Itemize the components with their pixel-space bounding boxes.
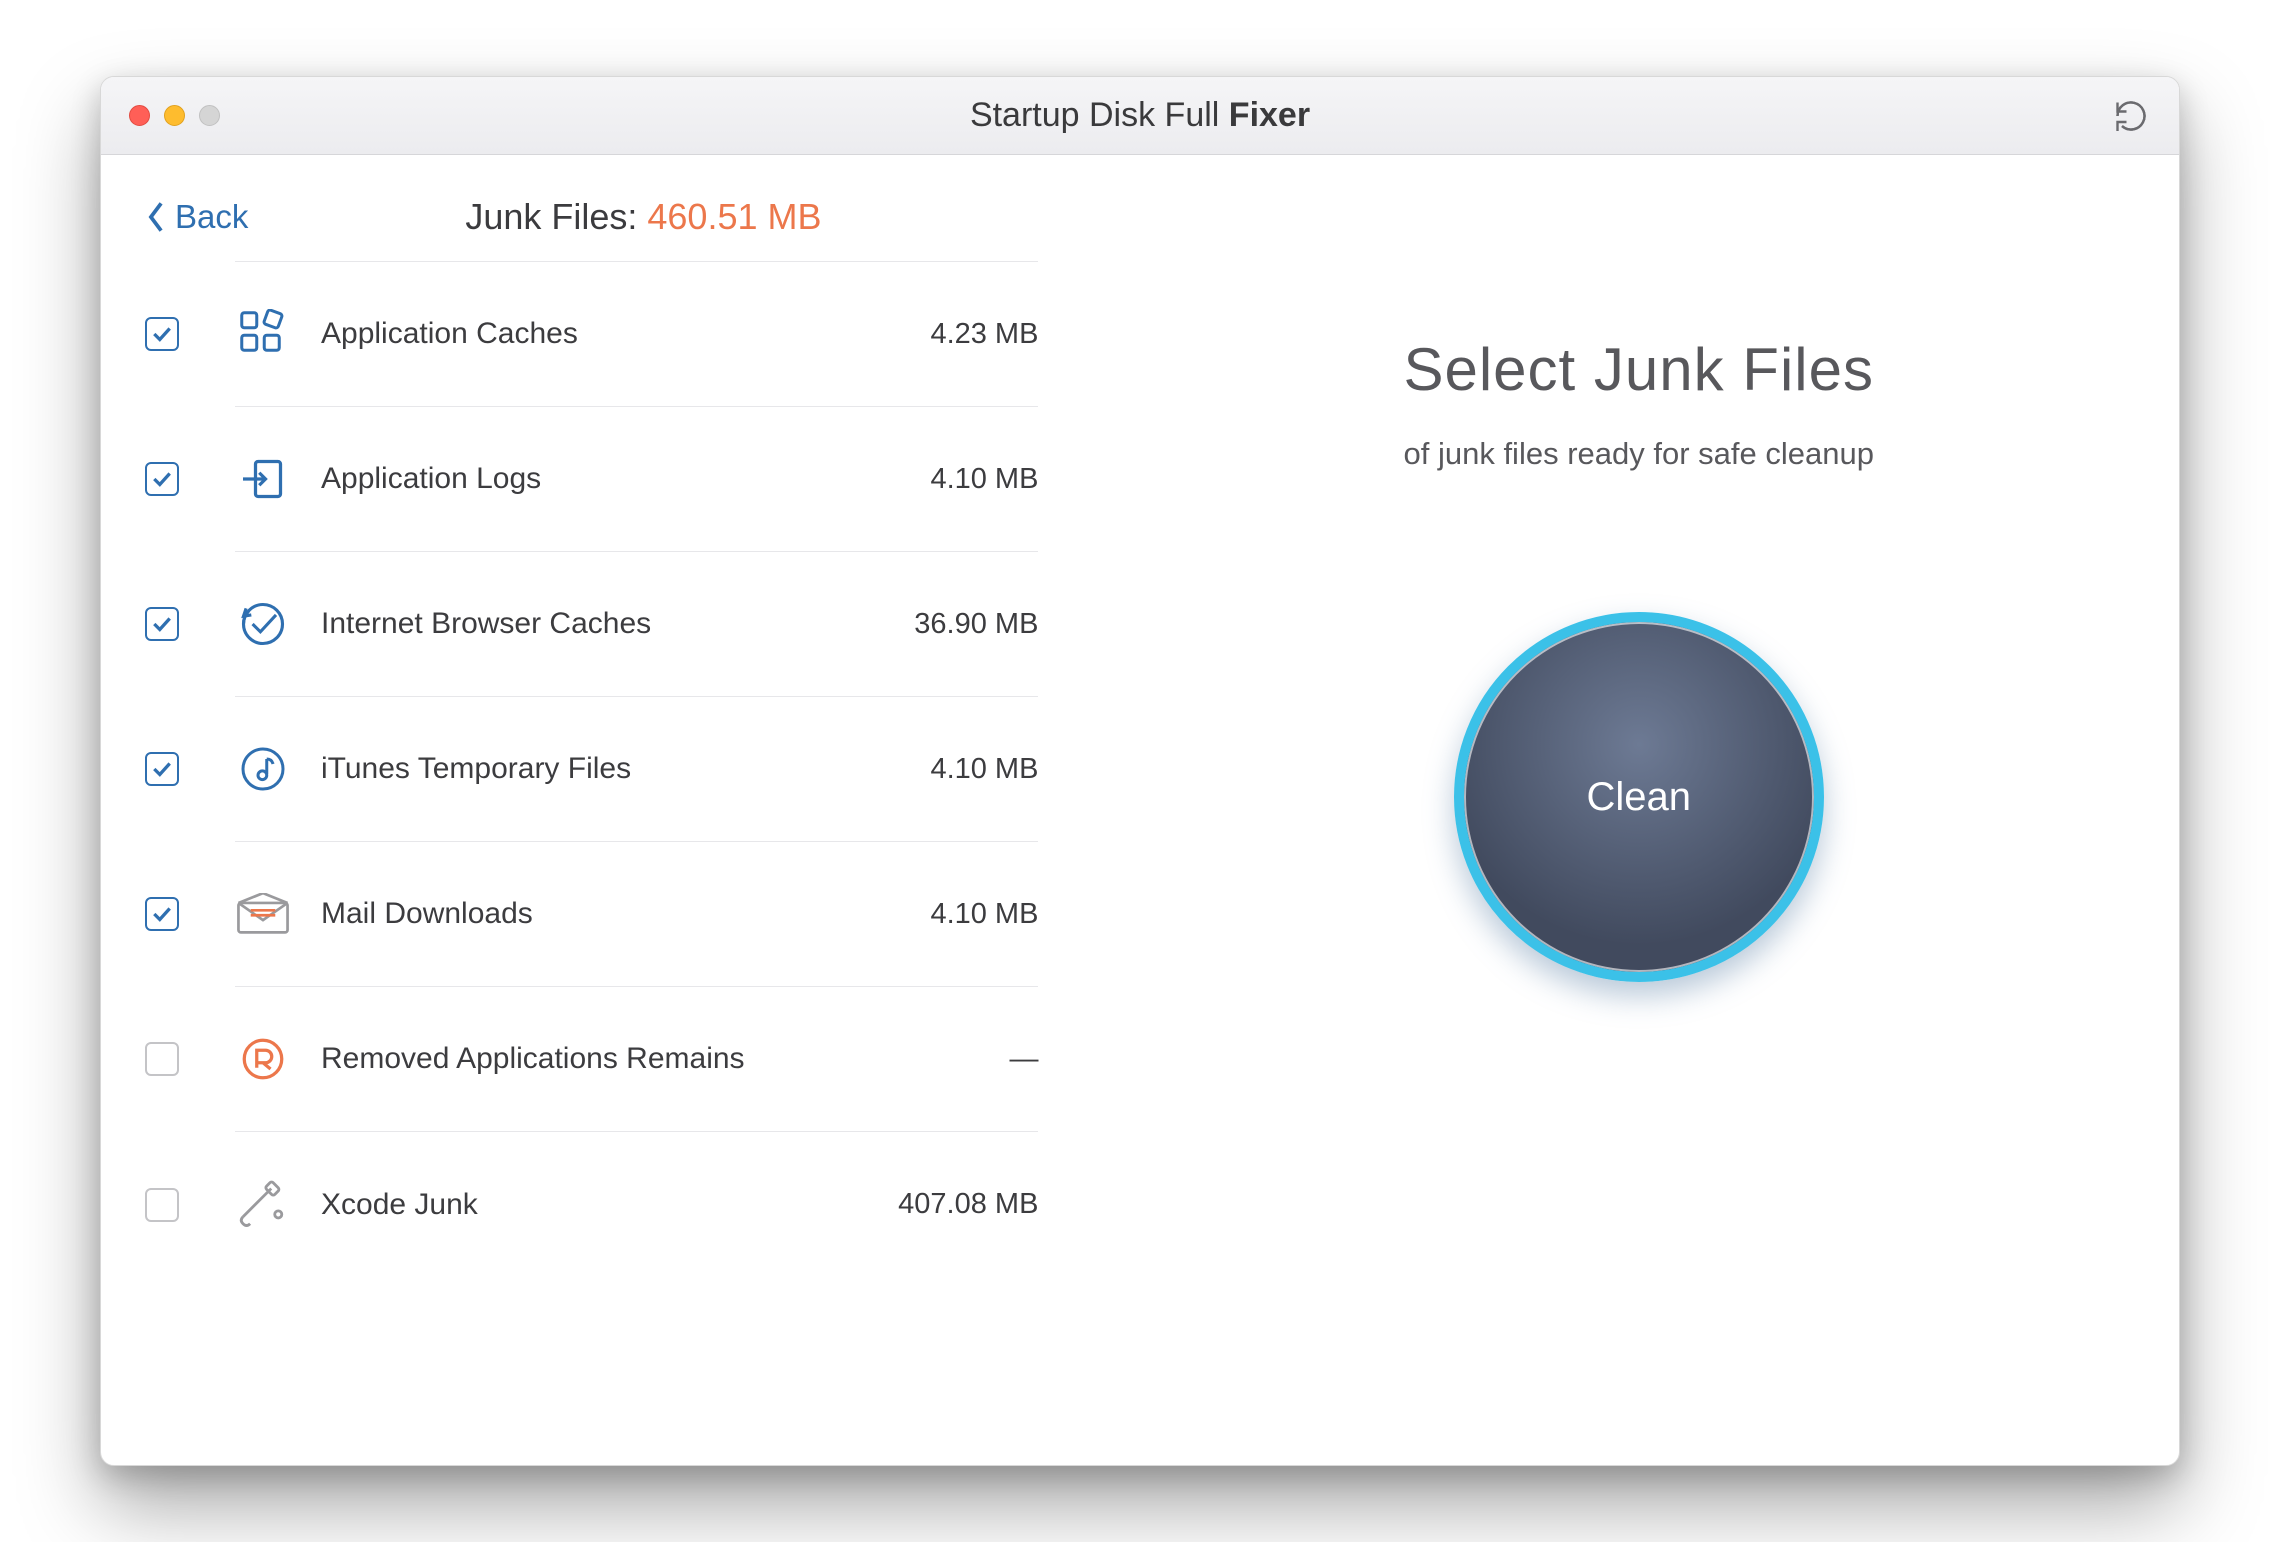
log-icon [235,451,291,507]
refresh-icon [2113,98,2149,134]
right-panel: Select Junk Files of junk files ready fo… [1098,155,2179,1465]
item-label: Xcode Junk [321,1188,868,1222]
window-title-bold: Fixer [1229,96,1310,134]
checkbox[interactable] [145,317,179,351]
list-item[interactable]: Removed Applications Remains — [235,987,1038,1132]
junk-summary: Junk Files: 460.51 MB [248,196,1038,238]
back-label: Back [175,198,248,236]
checkbox[interactable] [145,462,179,496]
music-icon [235,741,291,797]
left-panel: Back Junk Files: 460.51 MB Application C… [101,155,1098,1465]
window-zoom-button[interactable] [199,105,220,126]
app-window: Startup Disk Full Fixer Back Junk Files:… [100,76,2180,1466]
list-item[interactable]: Application Logs 4.10 MB [235,407,1038,552]
browser-icon [235,596,291,652]
list-item[interactable]: Xcode Junk 407.08 MB [235,1132,1038,1277]
item-size: 4.10 MB [868,898,1038,931]
traffic-lights [129,105,220,126]
summary-label: Junk Files: [465,196,647,237]
item-label: Application Logs [321,462,868,496]
list-item[interactable]: Application Caches 4.23 MB [235,262,1038,407]
item-size: 4.10 MB [868,463,1038,496]
window-close-button[interactable] [129,105,150,126]
select-subtitle: of junk files ready for safe cleanup [1404,436,1874,472]
item-label: Mail Downloads [321,897,868,931]
list-item[interactable]: Mail Downloads 4.10 MB [235,842,1038,987]
window-title-prefix: Startup Disk Full [970,96,1229,134]
clean-button[interactable]: Clean [1454,612,1824,982]
item-size: 407.08 MB [868,1188,1038,1221]
item-label: Internet Browser Caches [321,607,868,641]
item-size: 4.23 MB [868,318,1038,351]
back-button[interactable]: Back [145,198,248,236]
junk-list: Application Caches 4.23 MB Application L… [235,261,1038,1277]
list-item[interactable]: Internet Browser Caches 36.90 MB [235,552,1038,697]
mail-icon [235,886,291,942]
checkbox[interactable] [145,1042,179,1076]
checkbox[interactable] [145,1188,179,1222]
body: Back Junk Files: 460.51 MB Application C… [101,155,2179,1465]
refresh-button[interactable] [2111,96,2151,136]
chevron-left-icon [145,200,167,234]
titlebar: Startup Disk Full Fixer [101,77,2179,155]
clean-label: Clean [1586,775,1691,820]
item-size: 36.90 MB [868,608,1038,641]
checkbox[interactable] [145,607,179,641]
checkbox[interactable] [145,752,179,786]
item-label: Application Caches [321,317,868,351]
removed-icon [235,1031,291,1087]
window-minimize-button[interactable] [164,105,185,126]
item-size: 4.10 MB [868,753,1038,786]
item-label: Removed Applications Remains [321,1042,868,1076]
xcode-icon [235,1177,291,1233]
apps-icon [235,306,291,362]
item-label: iTunes Temporary Files [321,752,868,786]
checkbox[interactable] [145,897,179,931]
summary-size: 460.51 MB [647,196,821,237]
window-title: Startup Disk Full Fixer [970,96,1310,135]
item-size: — [868,1043,1038,1076]
left-header: Back Junk Files: 460.51 MB [145,177,1038,257]
list-item[interactable]: iTunes Temporary Files 4.10 MB [235,697,1038,842]
select-title: Select Junk Files [1403,335,1874,404]
